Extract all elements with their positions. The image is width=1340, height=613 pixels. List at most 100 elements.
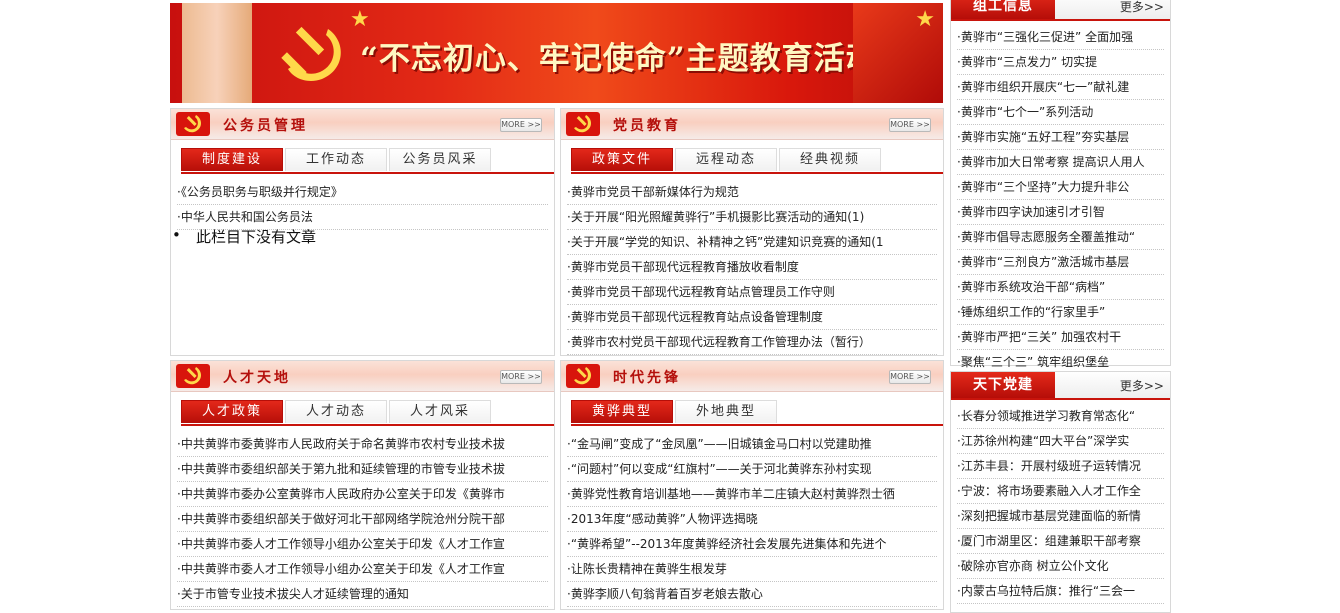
news-link[interactable]: ·黄骅市加大日常考察 提高识人用人 xyxy=(957,155,1145,169)
article-link[interactable]: ·关于开展“学党的知识、补精神之钙”党建知识竞赛的通知(1 xyxy=(567,235,884,249)
list-item[interactable]: ·关于市管专业技术拔尖人才延续管理的通知 xyxy=(177,582,548,607)
more-button[interactable]: MORE >> xyxy=(500,118,542,132)
article-link[interactable]: ·黄骅党性教育培训基地——黄骅市羊二庄镇大赵村黄骅烈士徆 xyxy=(567,487,895,501)
list-item[interactable]: ·黄骅市“三剂良方”激活城市基层 xyxy=(957,250,1164,275)
list-item[interactable]: ·关于开展“学党的知识、补精神之钙”党建知识竞赛的通知(1 xyxy=(567,230,937,255)
list-item[interactable]: ·黄骅市实施“五好工程”夯实基层 xyxy=(957,125,1164,150)
list-item[interactable]: ·黄骅市“三强化三促进” 全面加强 xyxy=(957,25,1164,50)
tab-rencai-zhengce[interactable]: 人才政策 xyxy=(181,400,283,423)
tab-yuancheng[interactable]: 远程动态 xyxy=(675,148,777,171)
news-link[interactable]: ·江苏丰县：开展村级班子运转情况 xyxy=(957,459,1141,473)
list-item[interactable]: ·中共黄骅市委人才工作领导小组办公室关于印发《人才工作宣 xyxy=(177,557,548,582)
news-link[interactable]: ·锤炼组织工作的“行家里手” xyxy=(957,305,1105,319)
list-item[interactable]: ·内蒙古乌拉特后旗：推行“三会一 xyxy=(957,579,1164,604)
article-link[interactable]: ·黄骅李顺八旬翁背着百岁老娘去散心 xyxy=(567,587,763,601)
article-link[interactable]: ·中华人民共和国公务员法 xyxy=(177,210,313,224)
news-link[interactable]: ·黄骅市“七个一”系列活动 xyxy=(957,105,1093,119)
tab-zhidu[interactable]: 制度建设 xyxy=(181,148,283,171)
list-item[interactable]: ·“黄骅希望”--2013年度黄骅经济社会发展先进集体和先进个 xyxy=(567,532,937,557)
article-link[interactable]: ·关于市管专业技术拔尖人才延续管理的通知 xyxy=(177,587,409,601)
list-item[interactable]: ·《公务员职务与职级并行规定》 xyxy=(177,180,548,205)
tab-zhengce[interactable]: 政策文件 xyxy=(571,148,673,171)
news-link[interactable]: ·黄骅市实施“五好工程”夯实基层 xyxy=(957,130,1129,144)
list-item[interactable]: ·黄骅市党员干部现代远程教育站点设备管理制度 xyxy=(567,305,937,330)
list-item[interactable]: ·江苏徐州构建“四大平台”深学实 xyxy=(957,429,1164,454)
article-link[interactable]: ·中共黄骅市委组织部关于做好河北干部网络学院沧州分院干部 xyxy=(177,512,505,526)
news-link[interactable]: ·黄骅市“三剂良方”激活城市基层 xyxy=(957,255,1129,269)
article-link[interactable]: ·中共黄骅市委黄骅市人民政府关于命名黄骅市农村专业技术拔 xyxy=(177,437,505,451)
list-item[interactable]: ·中共黄骅市委人才工作领导小组办公室关于印发《人才工作宣 xyxy=(177,532,548,557)
list-item[interactable]: ·黄骅市党员干部现代远程教育站点管理员工作守则 xyxy=(567,280,937,305)
list-item[interactable]: ·“金马闸”变成了“金凤凰”——旧城镇金马口村以党建助推 xyxy=(567,432,937,457)
more-button[interactable]: MORE >> xyxy=(500,370,542,384)
tab-shipin[interactable]: 经典视频 xyxy=(779,148,881,171)
news-link[interactable]: ·黄骅市组织开展庆“七一”献礼建 xyxy=(957,80,1129,94)
article-link[interactable]: ·中共黄骅市委组织部关于第九批和延续管理的市管专业技术拔 xyxy=(177,462,505,476)
news-link[interactable]: ·黄骅市“三点发力” 切实提 xyxy=(957,55,1097,69)
list-item[interactable]: ·黄骅市系统攻治干部“病档” xyxy=(957,275,1164,300)
news-link[interactable]: ·长春分领域推进学习教育常态化“ xyxy=(957,409,1135,423)
list-item[interactable]: ·宁波：将市场要素融入人才工作全 xyxy=(957,479,1164,504)
article-link[interactable]: ·黄骅市党员干部现代远程教育播放收看制度 xyxy=(567,260,799,274)
news-link[interactable]: ·黄骅市四字诀加速引才引智 xyxy=(957,205,1105,219)
list-item[interactable]: ·黄骅市倡导志愿服务全覆盖推动“ xyxy=(957,225,1164,250)
article-link[interactable]: ·黄骅市党员干部现代远程教育站点管理员工作守则 xyxy=(567,285,835,299)
more-button[interactable]: MORE >> xyxy=(889,370,931,384)
article-link[interactable]: ·“金马闸”变成了“金凤凰”——旧城镇金马口村以党建助推 xyxy=(567,437,872,451)
tab-fengcai[interactable]: 公务员风采 xyxy=(389,148,491,171)
news-link[interactable]: ·深刻把握城市基层党建面临的新情 xyxy=(957,509,1141,523)
list-item[interactable]: ·锤炼组织工作的“行家里手” xyxy=(957,300,1164,325)
tab-rencai-fengcai[interactable]: 人才风采 xyxy=(389,400,491,423)
list-item[interactable]: ·中共黄骅市委黄骅市人民政府关于命名黄骅市农村专业技术拔 xyxy=(177,432,548,457)
list-item[interactable]: ·黄骅市“三点发力” 切实提 xyxy=(957,50,1164,75)
list-item[interactable]: ·中共黄骅市委组织部关于做好河北干部网络学院沧州分院干部 xyxy=(177,507,548,532)
list-item[interactable]: ·黄骅市党员干部新媒体行为规范 xyxy=(567,180,937,205)
article-link[interactable]: ·让陈长贵精神在黄骅生根发芽 xyxy=(567,562,727,576)
list-item[interactable]: ·黄骅市加大日常考察 提高识人用人 xyxy=(957,150,1164,175)
list-item[interactable]: ·长春分领域推进学习教育常态化“ xyxy=(957,404,1164,429)
news-link[interactable]: ·聚焦“三个三” 筑牢组织堡垒 xyxy=(957,355,1109,369)
tab-gongzuo[interactable]: 工作动态 xyxy=(285,148,387,171)
top-banner[interactable]: ★ “不忘初心、牢记使命”主题教育活动 ★ xyxy=(170,3,943,103)
list-item[interactable]: ·厦门市湖里区：组建兼职干部考察 xyxy=(957,529,1164,554)
tab-huanghua-dianxing[interactable]: 黄骅典型 xyxy=(571,400,673,423)
news-link[interactable]: ·宁波：将市场要素融入人才工作全 xyxy=(957,484,1141,498)
list-item[interactable]: ·黄骅市严把“三关” 加强农村干 xyxy=(957,325,1164,350)
news-link[interactable]: ·黄骅市“三个坚持”大力提升非公 xyxy=(957,180,1129,194)
list-item[interactable]: ·黄骅党性教育培训基地——黄骅市羊二庄镇大赵村黄骅烈士徆 xyxy=(567,482,937,507)
list-item[interactable]: ·让陈长贵精神在黄骅生根发芽 xyxy=(567,557,937,582)
more-button[interactable]: MORE >> xyxy=(889,118,931,132)
list-item[interactable]: ·“问题村”何以变成“红旗村”——关于河北黄骅东孙村实现 xyxy=(567,457,937,482)
news-link[interactable]: ·破除亦官亦商 树立公仆文化 xyxy=(957,559,1109,573)
article-link[interactable]: ·《公务员职务与职级并行规定》 xyxy=(177,185,343,199)
article-link[interactable]: ·2013年度“感动黄骅”人物评选揭晓 xyxy=(567,512,758,526)
list-item[interactable]: ·关于开展“阳光照耀黄骅行”手机摄影比赛活动的通知(1) xyxy=(567,205,937,230)
list-item[interactable]: ·黄骅市农村党员干部现代远程教育工作管理办法（暂行） xyxy=(567,330,937,355)
list-item[interactable]: ·黄骅市“三个坚持”大力提升非公 xyxy=(957,175,1164,200)
list-item[interactable]: ·黄骅市党员干部现代远程教育播放收看制度 xyxy=(567,255,937,280)
article-link[interactable]: ·关于开展“阳光照耀黄骅行”手机摄影比赛活动的通知(1) xyxy=(567,210,864,224)
article-link[interactable]: ·黄骅市农村党员干部现代远程教育工作管理办法（暂行） xyxy=(567,335,871,349)
tab-rencai-dongtai[interactable]: 人才动态 xyxy=(285,400,387,423)
news-link[interactable]: ·黄骅市“三强化三促进” 全面加强 xyxy=(957,30,1133,44)
article-link[interactable]: ·“黄骅希望”--2013年度黄骅经济社会发展先进集体和先进个 xyxy=(567,537,886,551)
more-link[interactable]: 更多>> xyxy=(1120,377,1164,394)
article-link[interactable]: ·中共黄骅市委办公室黄骅市人民政府办公室关于印发《黄骅市 xyxy=(177,487,505,501)
news-link[interactable]: ·内蒙古乌拉特后旗：推行“三会一 xyxy=(957,584,1135,598)
list-item[interactable]: ·黄骅市四字诀加速引才引智 xyxy=(957,200,1164,225)
list-item[interactable]: ·黄骅李顺八旬翁背着百岁老娘去散心 xyxy=(567,582,937,607)
list-item[interactable]: ·深刻把握城市基层党建面临的新情 xyxy=(957,504,1164,529)
list-item[interactable]: ·江苏丰县：开展村级班子运转情况 xyxy=(957,454,1164,479)
list-item[interactable]: ·中共黄骅市委组织部关于第九批和延续管理的市管专业技术拔 xyxy=(177,457,548,482)
more-link[interactable]: 更多>> xyxy=(1120,0,1164,15)
news-link[interactable]: ·黄骅市倡导志愿服务全覆盖推动“ xyxy=(957,230,1135,244)
article-link[interactable]: ·“问题村”何以变成“红旗村”——关于河北黄骅东孙村实现 xyxy=(567,462,872,476)
list-item[interactable]: ·2013年度“感动黄骅”人物评选揭晓 xyxy=(567,507,937,532)
news-link[interactable]: ·黄骅市严把“三关” 加强农村干 xyxy=(957,330,1121,344)
news-link[interactable]: ·厦门市湖里区：组建兼职干部考察 xyxy=(957,534,1141,548)
article-link[interactable]: ·黄骅市党员干部现代远程教育站点设备管理制度 xyxy=(567,310,823,324)
list-item[interactable]: ·破除亦官亦商 树立公仆文化 xyxy=(957,554,1164,579)
news-link[interactable]: ·江苏徐州构建“四大平台”深学实 xyxy=(957,434,1129,448)
news-link[interactable]: ·黄骅市系统攻治干部“病档” xyxy=(957,280,1105,294)
list-item[interactable]: ·中共黄骅市委办公室黄骅市人民政府办公室关于印发《黄骅市 xyxy=(177,482,548,507)
